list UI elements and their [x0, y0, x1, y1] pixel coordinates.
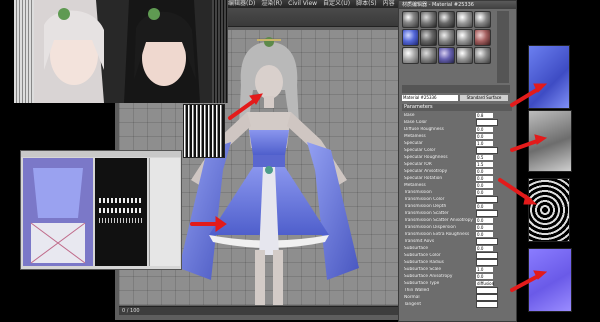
arrow-normal: [510, 273, 542, 292]
annotation-arrows: [190, 83, 548, 292]
arrow-specular: [510, 138, 542, 152]
arrow-diffuse: [510, 86, 542, 107]
